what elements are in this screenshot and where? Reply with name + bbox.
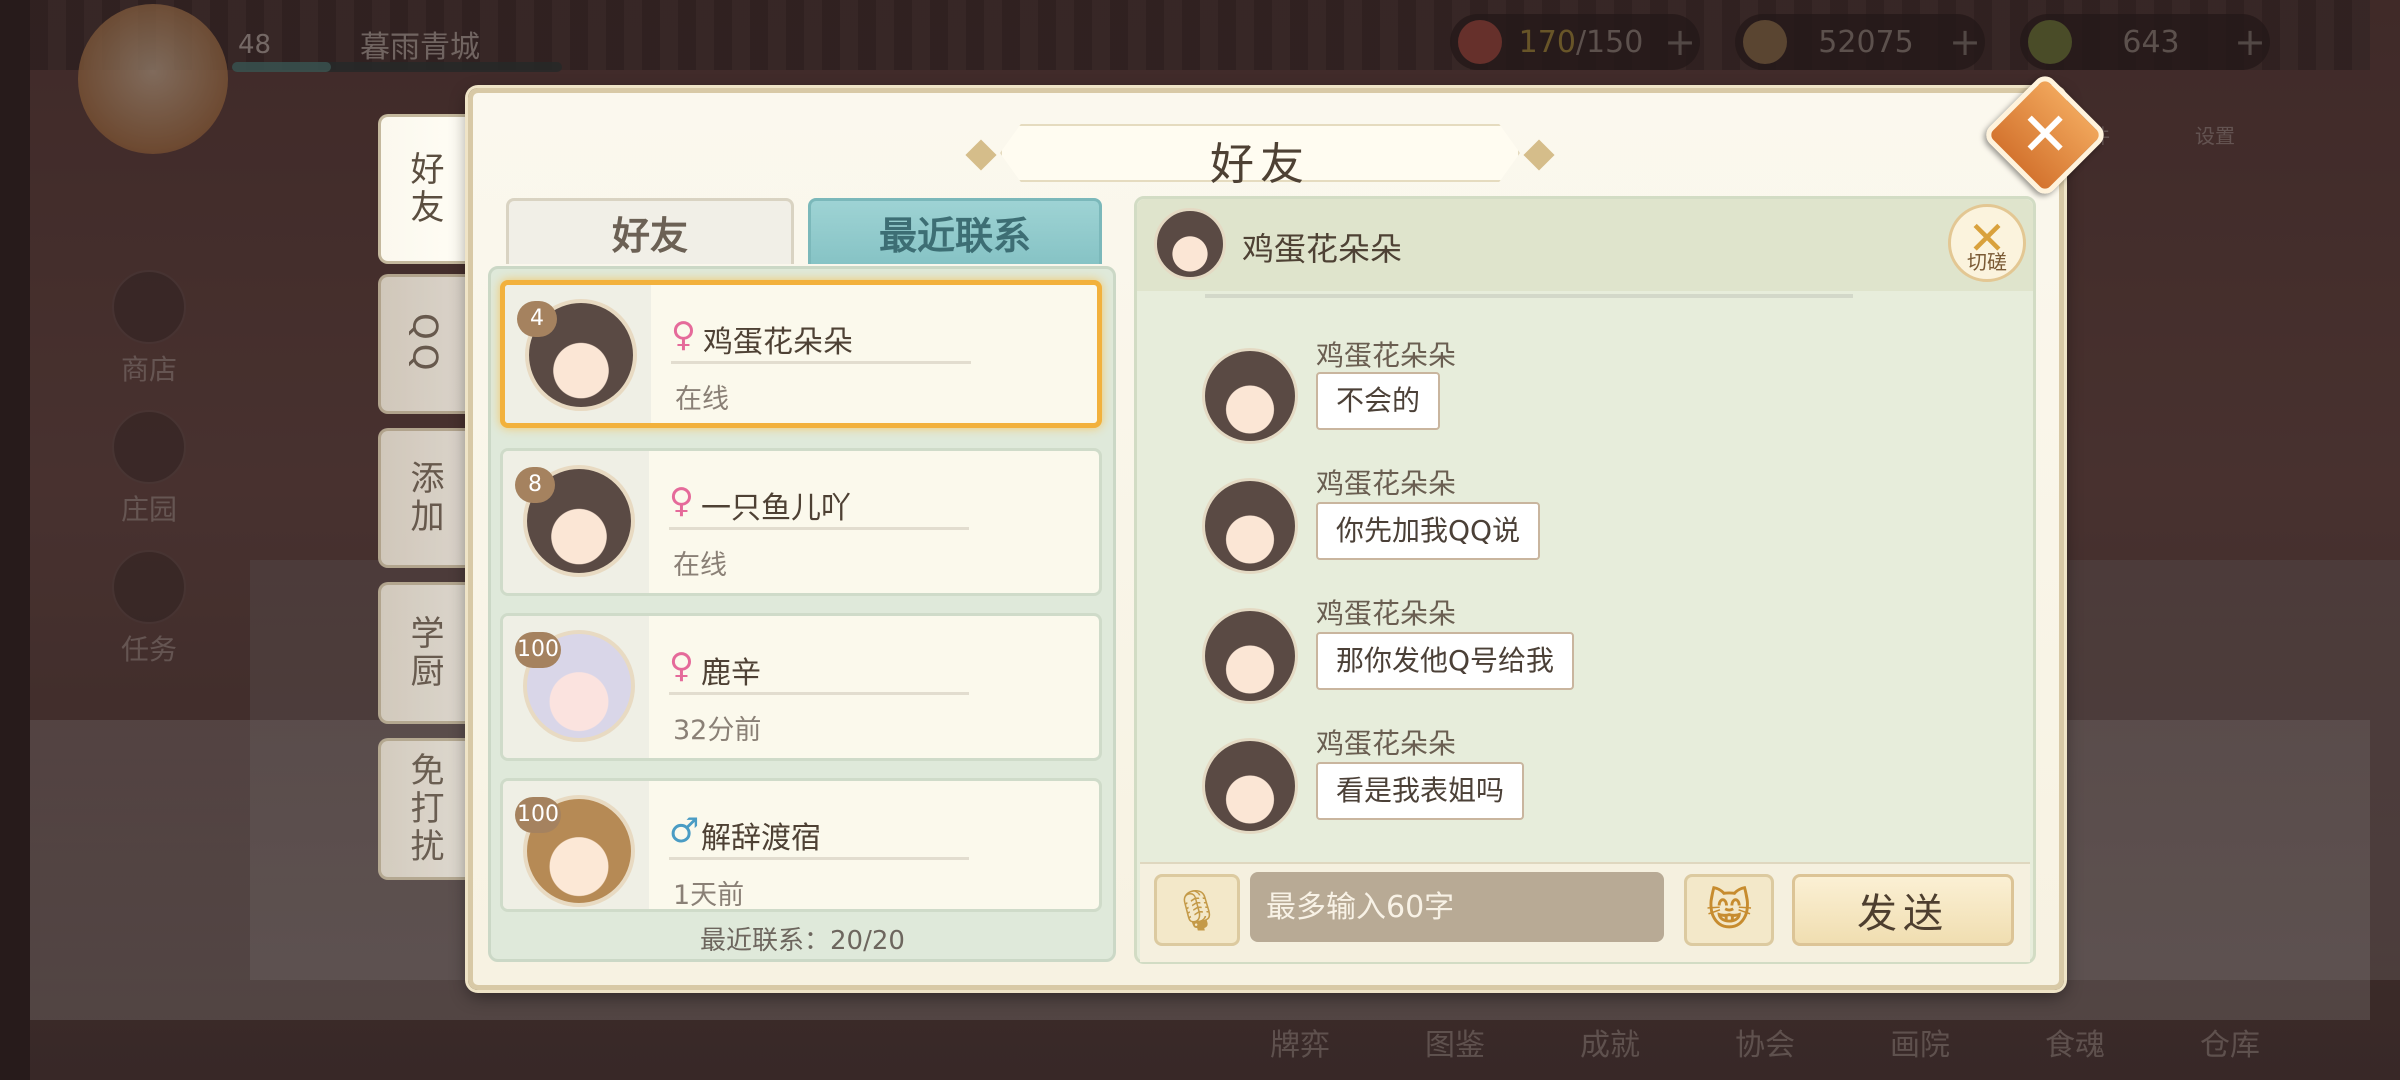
- chat-scroll-divider: [1205, 294, 1853, 298]
- message-avatar[interactable]: [1202, 608, 1298, 704]
- message-avatar[interactable]: [1202, 348, 1298, 444]
- contact-item[interactable]: 100 ♂ 解辞渡宿 1天前: [500, 778, 1102, 912]
- message-bubble: 那你发他Q号给我: [1316, 632, 1575, 690]
- close-icon: ✕: [2019, 100, 2071, 170]
- female-icon: ♀: [669, 646, 694, 686]
- contact-name: 一只鱼儿吖: [701, 491, 851, 526]
- tab-learn-cook[interactable]: 学厨: [378, 582, 468, 724]
- chat-partner-avatar[interactable]: [1154, 208, 1226, 280]
- emoji-button[interactable]: 😸: [1684, 874, 1774, 946]
- contact-name: 鸡蛋花朵朵: [703, 325, 853, 360]
- message-sender: 鸡蛋花朵朵: [1316, 339, 1457, 372]
- list-tab-recent[interactable]: 最近联系: [808, 198, 1102, 264]
- tab-qq[interactable]: QQ: [378, 274, 468, 414]
- message-input[interactable]: [1250, 872, 1664, 942]
- tab-do-not-disturb[interactable]: 免打扰: [378, 738, 468, 880]
- contact-divider: [669, 527, 969, 530]
- message-sender: 鸡蛋花朵朵: [1316, 727, 1457, 760]
- message-sender: 鸡蛋花朵朵: [1316, 467, 1457, 500]
- voice-button[interactable]: 🎙: [1154, 874, 1240, 946]
- contact-level-badge: 8: [515, 467, 555, 503]
- female-icon: ♀: [669, 481, 694, 521]
- contact-divider: [669, 692, 969, 695]
- cat-face-icon: 😸: [1706, 884, 1752, 936]
- tab-friends[interactable]: 好友: [378, 114, 468, 264]
- contact-item[interactable]: 8 ♀ 一只鱼儿吖 在线: [500, 448, 1102, 596]
- tab-add[interactable]: 添加: [378, 428, 468, 568]
- contact-status: 在线: [675, 384, 729, 415]
- contact-level-badge: 100: [515, 797, 561, 833]
- recent-contacts-count: 最近联系：20/20: [700, 926, 905, 956]
- send-button[interactable]: 发送: [1792, 874, 2014, 946]
- message-bubble: 不会的: [1316, 372, 1441, 430]
- duel-button[interactable]: ✕ 切磋: [1948, 204, 2026, 282]
- female-icon: ♀: [671, 315, 696, 355]
- contact-level-badge: 4: [517, 301, 557, 337]
- message-bubble: 看是我表姐吗: [1316, 762, 1525, 820]
- chat-window: [1134, 196, 2036, 964]
- contact-item[interactable]: 4 ♀ 鸡蛋花朵朵 在线: [500, 280, 1102, 428]
- contact-status: 32分前: [673, 715, 762, 746]
- panel-title-banner: 好友: [965, 124, 1555, 190]
- contact-name: 鹿辛: [701, 656, 761, 691]
- microphone-icon: 🎙: [1171, 887, 1223, 934]
- male-icon: ♂: [669, 811, 700, 851]
- message-avatar[interactable]: [1202, 478, 1298, 574]
- message-avatar[interactable]: [1202, 738, 1298, 834]
- message-sender: 鸡蛋花朵朵: [1316, 597, 1457, 630]
- contact-status: 在线: [673, 550, 727, 581]
- contact-level-badge: 100: [515, 632, 561, 668]
- contact-divider: [669, 857, 969, 860]
- list-tab-friends[interactable]: 好友: [506, 198, 794, 264]
- message-bubble: 你先加我QQ说: [1316, 502, 1541, 560]
- contact-name: 解辞渡宿: [701, 821, 821, 856]
- chat-partner-name: 鸡蛋花朵朵: [1242, 230, 1403, 268]
- contact-status: 1天前: [673, 880, 745, 911]
- panel-title: 好友: [1210, 139, 1310, 190]
- contact-item[interactable]: 100 ♀ 鹿辛 32分前: [500, 613, 1102, 761]
- contact-divider: [671, 361, 971, 364]
- duel-label: 切磋: [1967, 250, 2007, 274]
